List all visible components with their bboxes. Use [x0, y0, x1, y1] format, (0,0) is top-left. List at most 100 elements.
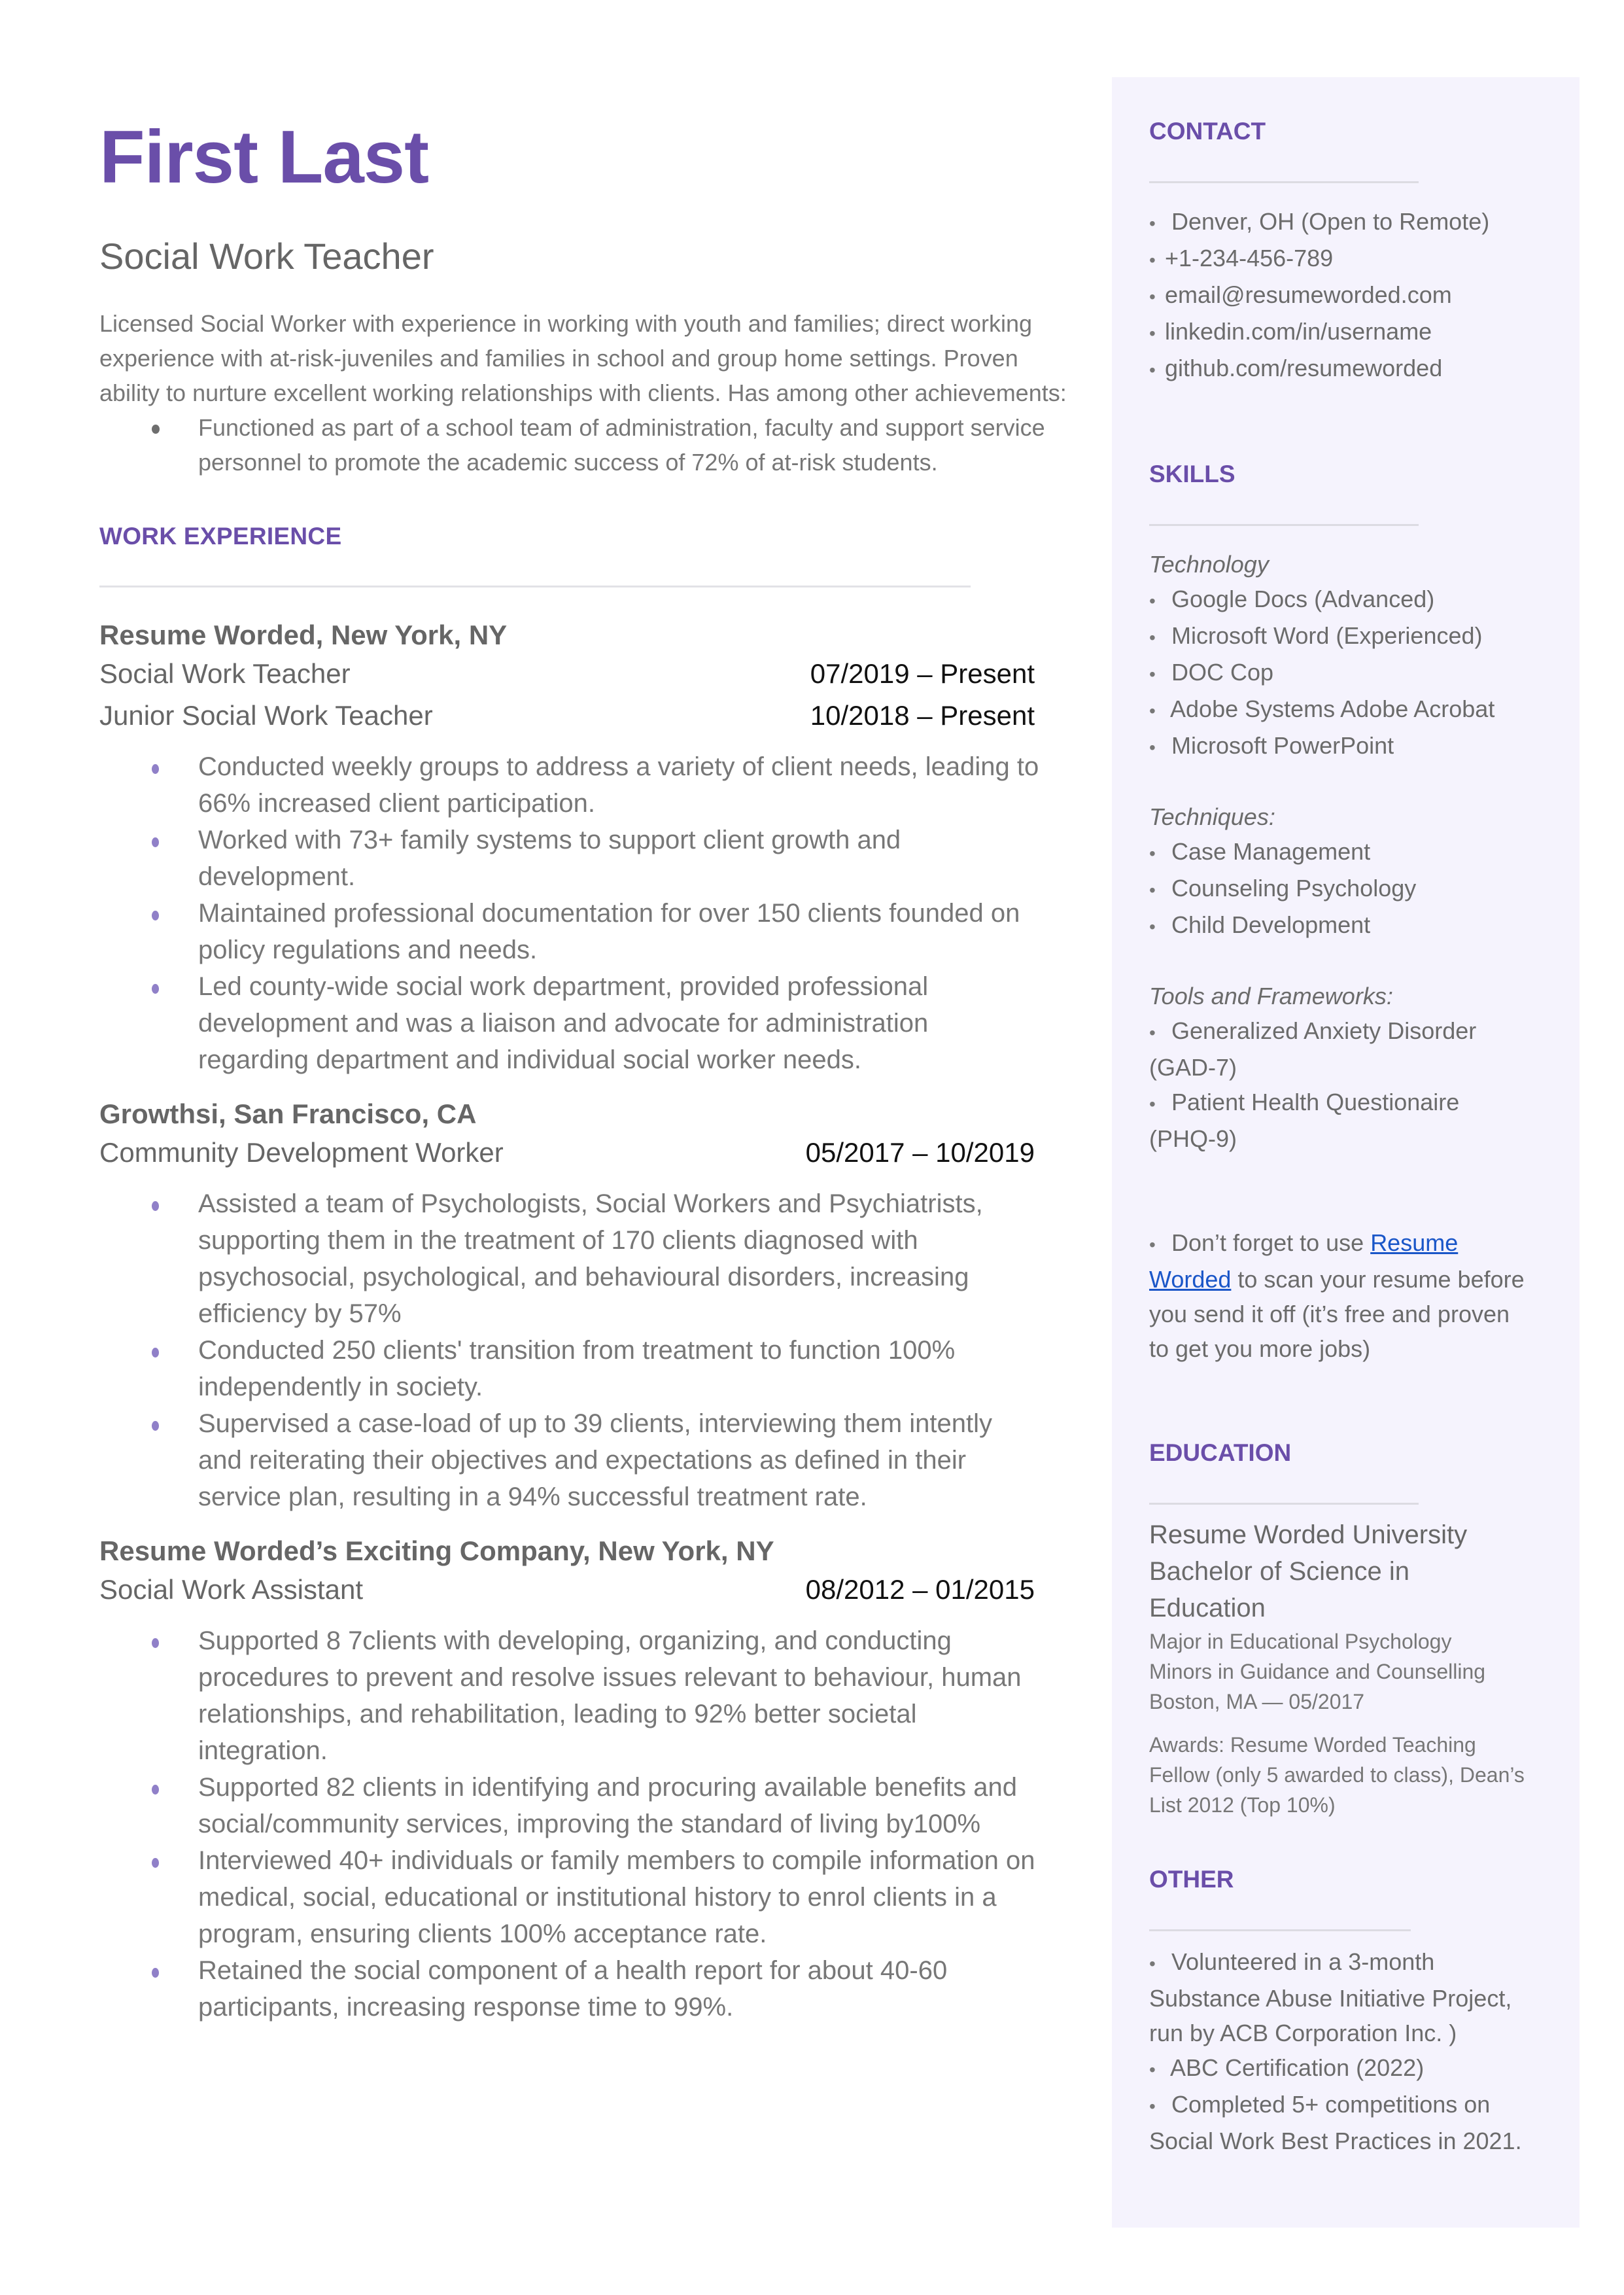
bullet-icon — [152, 1348, 159, 1358]
skill-item: • Microsoft Word (Experienced) — [1149, 618, 1529, 655]
bullet-icon: • — [1149, 843, 1156, 864]
job-bullet: Conducted 250 clients' transition from t… — [99, 1332, 1042, 1405]
bullet-icon: • — [1149, 917, 1156, 937]
contact-phone[interactable]: • +1-234-456-789 — [1149, 241, 1529, 277]
job-bullet: Supported 82 clients in identifying and … — [99, 1769, 1042, 1842]
skills-category-label: Technology — [1149, 551, 1269, 578]
bullet-icon — [152, 1968, 159, 1978]
main-column: First Last Social Work Teacher Licensed … — [99, 111, 1067, 2025]
bullet-icon — [152, 1201, 159, 1211]
skill-item: • Case Management — [1149, 834, 1529, 871]
resume-tip: • Don’t forget to use Resume Worded to s… — [1149, 1225, 1529, 1366]
job-dates: 05/2017 – 10/2019 — [805, 1137, 1035, 1168]
bullet-icon: • — [1149, 213, 1156, 234]
job-company: Resume Worded, New York, NY — [99, 620, 508, 650]
section-divider — [1149, 1503, 1419, 1505]
job-entry: Resume Worded’s Exciting Company, New Yo… — [99, 1537, 1061, 2025]
job-company: Resume Worded’s Exciting Company, New Yo… — [99, 1535, 774, 1566]
contact-location: • Denver, OH (Open to Remote) — [1149, 204, 1529, 241]
bullet-icon — [152, 984, 159, 994]
job-bullet: Maintained professional documentation fo… — [99, 895, 1042, 968]
education-awards: Awards: Resume Worded Teaching Fellow (o… — [1149, 1733, 1525, 1817]
candidate-headline: Social Work Teacher — [99, 236, 434, 277]
job-bullets: Supported 8 7clients with developing, or… — [99, 1622, 1061, 2025]
job-dates: 08/2012 – 01/2015 — [805, 1574, 1035, 1605]
bullet-icon: • — [1149, 287, 1156, 307]
skills-category-label: Techniques: — [1149, 803, 1275, 830]
job-entry: Resume Worded, New York, NY Social Work … — [99, 622, 1061, 1078]
education-school: Resume Worded University — [1149, 1520, 1468, 1549]
job-bullets: Assisted a team of Psychologists, Social… — [99, 1185, 1061, 1515]
job-dates: 07/2019 – Present — [810, 658, 1035, 689]
bullet-icon: • — [1149, 2059, 1156, 2080]
skill-item: • DOC Cop — [1149, 655, 1529, 692]
bullet-icon — [152, 837, 159, 847]
section-title-skills: SKILLS — [1149, 461, 1235, 487]
contact-email[interactable]: • email@resumeworded.com — [1149, 277, 1529, 314]
sidebar-content: CONTACT • Denver, OH (Open to Remote) • +… — [1149, 77, 1529, 2158]
contact-list: • Denver, OH (Open to Remote) • +1-234-45… — [1149, 204, 1529, 387]
other-item: • Completed 5+ competitions on Social Wo… — [1149, 2087, 1529, 2158]
skill-item: • Google Docs (Advanced) — [1149, 582, 1529, 618]
job-role: Social Work Assistant — [99, 1574, 364, 1605]
bullet-icon: • — [1149, 1023, 1156, 1043]
bullet-icon: • — [1149, 1094, 1156, 1114]
bullet-icon: • — [1149, 360, 1156, 380]
job-role: Junior Social Work Teacher — [99, 700, 433, 731]
bullet-icon — [152, 911, 159, 920]
skills-list-techniques: • Case Management • Counseling Psycholog… — [1149, 834, 1529, 944]
other-item: • Volunteered in a 3-month Substance Abu… — [1149, 1944, 1529, 2050]
section-title-work-experience: WORK EXPERIENCE — [99, 523, 342, 550]
contact-linkedin[interactable]: • linkedin.com/in/username — [1149, 314, 1529, 351]
skill-item: • Microsoft PowerPoint — [1149, 728, 1529, 765]
skills-list-tools: • Generalized Anxiety Disorder (GAD-7) •… — [1149, 1013, 1529, 1156]
bullet-icon: • — [1149, 664, 1156, 684]
section-divider — [1149, 181, 1419, 183]
bullet-icon — [152, 425, 160, 434]
bullet-icon: • — [1149, 250, 1156, 270]
bullet-icon — [152, 1421, 159, 1431]
job-company: Growthsi, San Francisco, CA — [99, 1098, 477, 1129]
job-bullet: Led county-wide social work department, … — [99, 968, 1042, 1078]
contact-github[interactable]: • github.com/resumeworded — [1149, 351, 1529, 387]
job-bullet: Retained the social component of a healt… — [99, 1952, 1042, 2025]
education-location-date: Boston, MA — 05/2017 — [1149, 1690, 1365, 1713]
sidebar: CONTACT • Denver, OH (Open to Remote) • +… — [1112, 77, 1580, 2228]
summary-text: Licensed Social Worker with experience i… — [99, 310, 1067, 406]
bullet-icon: • — [1149, 1953, 1156, 1974]
job-bullet: Interviewed 40+ individuals or family me… — [99, 1842, 1042, 1952]
job-role-row: Junior Social Work Teacher 10/2018 – Pre… — [99, 695, 1035, 737]
job-bullet: Supervised a case-load of up to 39 clien… — [99, 1405, 1042, 1515]
bullet-icon — [152, 764, 159, 774]
education-degree: Bachelor of Science in Education — [1149, 1557, 1410, 1622]
skill-item: • Patient Health Questionaire (PHQ-9) — [1149, 1085, 1529, 1156]
job-bullet: Conducted weekly groups to address a var… — [99, 748, 1042, 822]
skill-item: • Counseling Psychology — [1149, 871, 1529, 907]
job-bullet: Supported 8 7clients with developing, or… — [99, 1622, 1042, 1769]
summary-bullet: Functioned as part of a school team of a… — [99, 410, 1067, 480]
bullet-icon: • — [1149, 2096, 1156, 2116]
skill-item: • Child Development — [1149, 907, 1529, 944]
job-role: Community Development Worker — [99, 1137, 504, 1168]
bullet-icon: • — [1149, 737, 1156, 758]
bullet-icon: • — [1149, 591, 1156, 611]
section-title-education: EDUCATION — [1149, 1439, 1292, 1466]
section-title-other: OTHER — [1149, 1866, 1234, 1893]
education-minors: Minors in Guidance and Counselling — [1149, 1660, 1486, 1683]
section-divider — [1149, 524, 1419, 526]
section-divider — [99, 586, 971, 587]
education-major: Major in Educational Psychology — [1149, 1630, 1452, 1653]
summary-bullets: Functioned as part of a school team of a… — [99, 410, 1067, 480]
candidate-name: First Last — [99, 116, 429, 199]
summary: Licensed Social Worker with experience i… — [99, 306, 1067, 480]
bullet-icon — [152, 1785, 159, 1795]
job-bullets: Conducted weekly groups to address a var… — [99, 748, 1061, 1078]
section-title-contact: CONTACT — [1149, 118, 1266, 145]
bullet-icon: • — [1149, 323, 1156, 343]
job-dates: 10/2018 – Present — [810, 700, 1035, 731]
skill-item: • Generalized Anxiety Disorder (GAD-7) — [1149, 1013, 1529, 1085]
bullet-icon: • — [1149, 701, 1156, 721]
job-bullet: Worked with 73+ family systems to suppor… — [99, 822, 1042, 895]
job-role-row: Social Work Teacher 07/2019 – Present — [99, 653, 1035, 695]
other-item: • ABC Certification (2022) — [1149, 2050, 1529, 2087]
